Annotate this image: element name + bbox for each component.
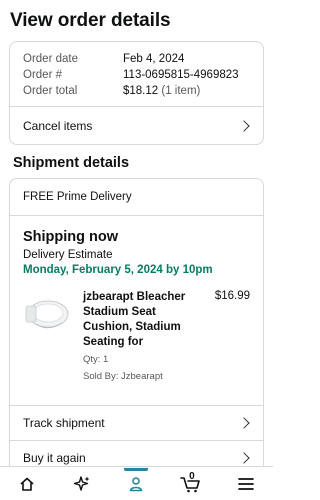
order-date-value: Feb 4, 2024 — [123, 53, 185, 65]
product-seller: Sold By: Jzbearapt — [83, 371, 163, 382]
tab-cart[interactable]: 0 — [171, 469, 211, 499]
delivery-estimate-label: Delivery Estimate — [23, 249, 113, 261]
delivery-type: FREE Prime Delivery — [23, 191, 132, 203]
order-total-label: Order total — [23, 85, 78, 97]
tab-home[interactable] — [7, 469, 47, 499]
shipment-section-title: Shipment details — [13, 155, 130, 171]
order-number-value: 113-0695815-4969823 — [123, 69, 239, 81]
track-shipment-button[interactable]: Track shipment — [10, 406, 263, 439]
order-number-row: Order # 113-0695815-4969823 — [23, 67, 263, 83]
divider — [10, 215, 263, 216]
order-date-label: Order date — [23, 53, 78, 65]
order-number-label: Order # — [23, 69, 62, 81]
shipment-actions: Track shipment Buy it again — [9, 405, 264, 475]
ai-sparkle-icon — [73, 475, 90, 491]
shipment-card: FREE Prime Delivery Shipping now Deliver… — [9, 178, 264, 406]
cancel-items-button[interactable]: Cancel items — [10, 107, 263, 144]
home-icon — [20, 477, 34, 491]
order-summary-card: Order date Feb 4, 2024 Order # 113-06958… — [9, 41, 264, 145]
cart-count-badge: 0 — [189, 470, 195, 482]
chevron-right-icon — [238, 416, 250, 429]
account-icon — [130, 476, 143, 491]
tab-menu[interactable] — [226, 469, 266, 499]
shipment-status: Shipping now — [23, 229, 119, 245]
order-details-screen: View order details Order date Feb 4, 202… — [0, 0, 273, 500]
track-shipment-label: Track shipment — [23, 415, 105, 430]
order-date-row: Order date Feb 4, 2024 — [23, 51, 263, 67]
order-total-value-wrap: $18.12 (1 item) — [123, 83, 200, 99]
chevron-right-icon — [238, 452, 250, 464]
bottom-tab-bar: 0 — [0, 466, 273, 500]
delivery-estimate-date: Monday, February 5, 2024 by 10pm — [23, 264, 213, 276]
product-thumbnail[interactable] — [22, 292, 70, 336]
order-item-count: (1 item) — [158, 85, 201, 97]
order-total-row: Order total $18.12 (1 item) — [23, 83, 263, 99]
product-title[interactable]: jzbearapt Bleacher Stadium Seat Cushion,… — [83, 290, 208, 350]
tab-ai[interactable] — [62, 469, 102, 499]
product-price: $16.99 — [214, 290, 250, 302]
buy-it-again-label: Buy it again — [23, 451, 86, 465]
tab-account[interactable] — [116, 467, 156, 499]
order-summary: Order date Feb 4, 2024 Order # 113-06958… — [10, 42, 263, 99]
page-title: View order details — [10, 10, 171, 31]
chevron-right-icon — [238, 120, 250, 132]
cancel-items-label: Cancel items — [23, 119, 93, 133]
menu-icon — [237, 477, 254, 490]
product-quantity: Qty: 1 — [83, 354, 109, 365]
order-total-value: $18.12 — [123, 85, 159, 97]
